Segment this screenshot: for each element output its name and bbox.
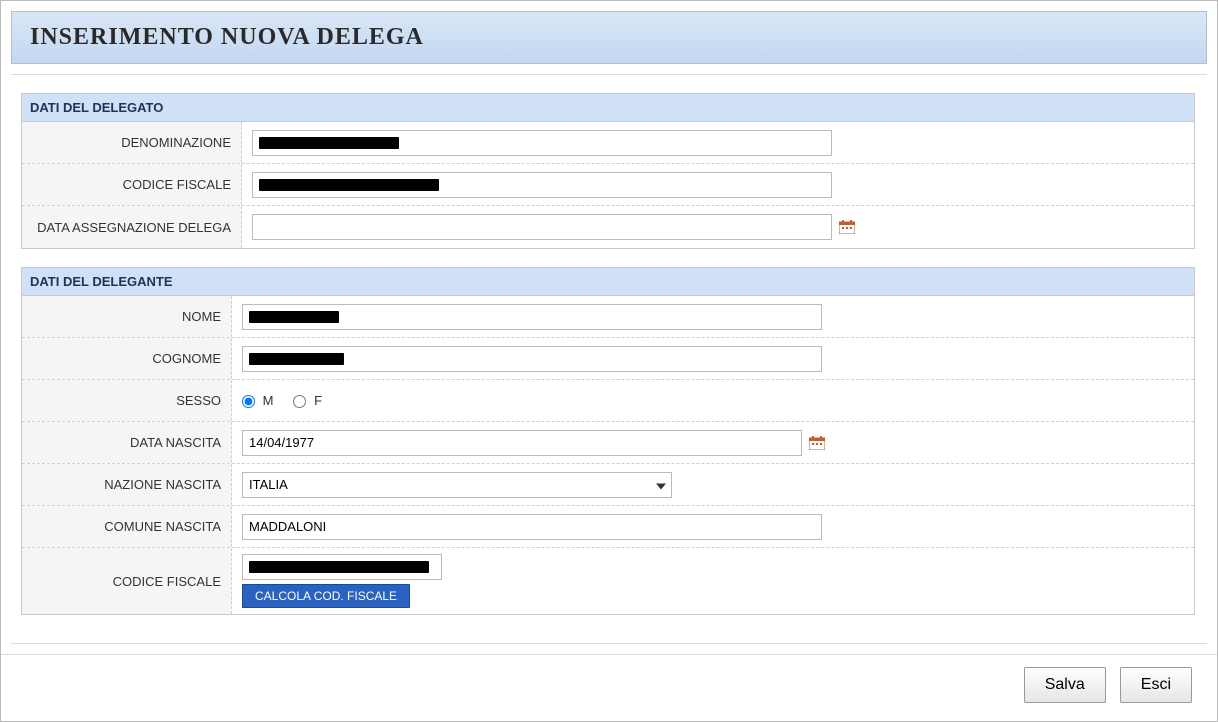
radio-m[interactable]: [242, 395, 255, 408]
cognome-input[interactable]: [242, 346, 822, 372]
label-codice-fiscale-delegante: CODICE FISCALE: [22, 548, 232, 614]
row-nome: NOME: [22, 296, 1194, 338]
row-codice-fiscale-delegante: CODICE FISCALE CALCOLA COD. FISCALE: [22, 548, 1194, 614]
radio-m-label[interactable]: M: [242, 393, 273, 408]
calendar-icon[interactable]: [838, 219, 856, 235]
radio-m-text: M: [263, 393, 274, 408]
redacted-text: [259, 137, 399, 149]
dialog-title: INSERIMENTO NUOVA DELEGA: [11, 11, 1207, 64]
section-delegato: DATI DEL DELEGATO DENOMINAZIONE CODICE F…: [21, 93, 1195, 249]
row-nazione-nascita: NAZIONE NASCITA: [22, 464, 1194, 506]
label-cognome: COGNOME: [22, 338, 232, 379]
exit-button[interactable]: Esci: [1120, 667, 1192, 703]
radio-f-text: F: [314, 393, 322, 408]
section-header-delegante: DATI DEL DELEGANTE: [22, 268, 1194, 296]
redacted-text: [249, 561, 429, 573]
denominazione-input[interactable]: [252, 130, 832, 156]
label-sesso: SESSO: [22, 380, 232, 421]
row-sesso: SESSO M F: [22, 380, 1194, 422]
row-comune-nascita: COMUNE NASCITA: [22, 506, 1194, 548]
row-codice-fiscale-delegato: CODICE FISCALE: [22, 164, 1194, 206]
data-nascita-input[interactable]: [242, 430, 802, 456]
calendar-icon[interactable]: [808, 435, 826, 451]
label-data-nascita: DATA NASCITA: [22, 422, 232, 463]
section-delegante: DATI DEL DELEGANTE NOME COGNOME: [21, 267, 1195, 615]
save-button[interactable]: Salva: [1024, 667, 1106, 703]
label-comune-nascita: COMUNE NASCITA: [22, 506, 232, 547]
radio-f-label[interactable]: F: [293, 393, 322, 408]
codice-fiscale-delegante-input[interactable]: [242, 554, 442, 580]
nome-input[interactable]: [242, 304, 822, 330]
comune-nascita-input[interactable]: [242, 514, 822, 540]
calcola-cf-button[interactable]: CALCOLA COD. FISCALE: [242, 584, 410, 608]
label-codice-fiscale-delegato: CODICE FISCALE: [22, 164, 242, 205]
row-cognome: COGNOME: [22, 338, 1194, 380]
label-nome: NOME: [22, 296, 232, 337]
dialog-window: INSERIMENTO NUOVA DELEGA DATI DEL DELEGA…: [0, 0, 1218, 722]
codice-fiscale-delegato-input[interactable]: [252, 172, 832, 198]
redacted-text: [249, 353, 344, 365]
dialog-footer: Salva Esci: [1, 654, 1217, 721]
row-data-assegnazione: DATA ASSEGNAZIONE DELEGA: [22, 206, 1194, 248]
label-data-assegnazione: DATA ASSEGNAZIONE DELEGA: [22, 206, 242, 248]
scroll-area[interactable]: DATI DEL DELEGATO DENOMINAZIONE CODICE F…: [11, 74, 1207, 644]
label-nazione-nascita: NAZIONE NASCITA: [22, 464, 232, 505]
label-denominazione: DENOMINAZIONE: [22, 122, 242, 163]
nazione-nascita-value[interactable]: [242, 472, 672, 498]
row-data-nascita: DATA NASCITA: [22, 422, 1194, 464]
nazione-nascita-select[interactable]: [242, 472, 672, 498]
data-assegnazione-input[interactable]: [252, 214, 832, 240]
radio-f[interactable]: [293, 395, 306, 408]
row-denominazione: DENOMINAZIONE: [22, 122, 1194, 164]
redacted-text: [249, 311, 339, 323]
section-header-delegato: DATI DEL DELEGATO: [22, 94, 1194, 122]
redacted-text: [259, 179, 439, 191]
